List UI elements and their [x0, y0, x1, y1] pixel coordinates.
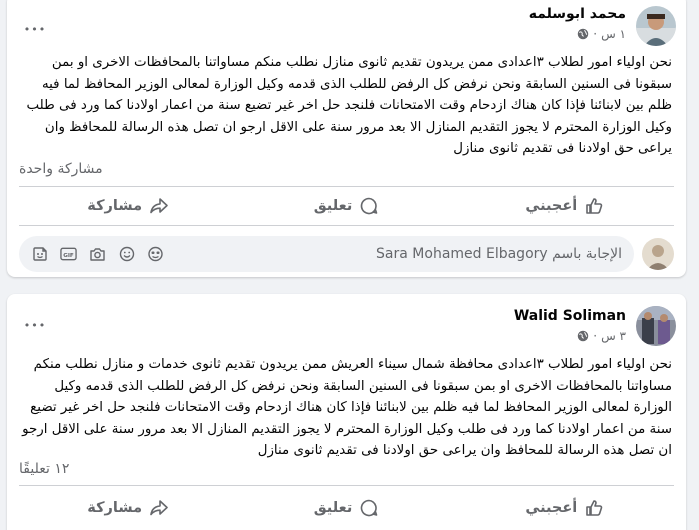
- meta-separator: ·: [593, 27, 598, 41]
- author-avatar[interactable]: [636, 306, 676, 346]
- comment-icon: [360, 499, 378, 517]
- like-button[interactable]: أعجبني: [456, 489, 674, 527]
- svg-text:GIF: GIF: [63, 253, 74, 259]
- action-bar: أعجبني تعليق مشاركة: [19, 187, 674, 225]
- comment-label: تعليق: [313, 198, 353, 214]
- action-bar: أعجبني تعليق مشاركة: [19, 489, 674, 527]
- post-time[interactable]: ٣ س: [601, 329, 626, 343]
- avatar-sticker-icon[interactable]: [147, 246, 164, 263]
- more-icon: •••: [23, 22, 47, 36]
- share-button[interactable]: مشاركة: [19, 187, 237, 225]
- more-icon: •••: [23, 318, 47, 332]
- post-stats: ١٢ تعليقًا: [19, 461, 674, 477]
- share-label: مشاركة: [87, 500, 143, 516]
- reply-input[interactable]: الإجابة باسم Sara Mohamed Elbagory GIF: [19, 236, 634, 272]
- post-text: نحن اولياء امور لطلاب ٣اعدادى محافظة شما…: [22, 357, 672, 458]
- like-button[interactable]: أعجبني: [456, 187, 674, 225]
- globe-icon: [578, 28, 589, 40]
- reply-tools: GIF: [31, 246, 164, 263]
- post-header: Walid Soliman ٣ س · •••: [7, 294, 686, 354]
- post-meta: ١ س ·: [577, 27, 626, 41]
- divider: [19, 485, 674, 486]
- share-icon: [150, 198, 168, 214]
- comment-button[interactable]: تعليق: [237, 489, 455, 527]
- author-name[interactable]: Walid Soliman: [514, 308, 626, 324]
- share-button[interactable]: مشاركة: [19, 489, 237, 527]
- post-text: نحن اولياء امور لطلاب ٣اعدادى ممن يريدون…: [26, 55, 672, 156]
- more-options-button[interactable]: •••: [17, 11, 53, 47]
- post-card: Walid Soliman ٣ س · ••• نحن اولياء امور …: [7, 294, 686, 530]
- share-count[interactable]: مشاركة واحدة: [19, 161, 103, 177]
- divider: [19, 225, 674, 226]
- thumbs-up-icon: [586, 500, 603, 516]
- author-name[interactable]: محمد ابوسلمه: [529, 6, 626, 22]
- comment-icon: [360, 197, 378, 215]
- like-label: أعجبني: [525, 198, 578, 214]
- gif-icon[interactable]: GIF: [60, 246, 77, 263]
- post-stats: مشاركة واحدة: [19, 161, 674, 177]
- post-header: محمد ابوسلمه ١ س · •••: [7, 0, 686, 54]
- emoji-icon[interactable]: [118, 246, 135, 263]
- reply-placeholder: الإجابة باسم Sara Mohamed Elbagory: [376, 246, 622, 262]
- camera-icon[interactable]: [89, 246, 106, 263]
- comment-count[interactable]: ١٢ تعليقًا: [19, 461, 69, 477]
- sticker-icon[interactable]: [31, 246, 48, 263]
- comment-label: تعليق: [313, 500, 353, 516]
- comment-button[interactable]: تعليق: [237, 187, 455, 225]
- meta-separator: ·: [593, 329, 598, 343]
- share-icon: [150, 500, 168, 516]
- like-label: أعجبني: [525, 500, 578, 516]
- post-meta: ٣ س ·: [577, 329, 626, 343]
- post-time[interactable]: ١ س: [601, 27, 626, 41]
- post-card: محمد ابوسلمه ١ س · ••• نحن اولياء امور ل…: [7, 0, 686, 277]
- globe-icon: [578, 330, 589, 342]
- author-avatar[interactable]: [636, 6, 676, 46]
- user-avatar[interactable]: [642, 238, 674, 270]
- thumbs-up-icon: [586, 198, 603, 214]
- more-options-button[interactable]: •••: [17, 307, 53, 343]
- share-label: مشاركة: [87, 198, 143, 214]
- reply-row: الإجابة باسم Sara Mohamed Elbagory GIF: [19, 236, 674, 272]
